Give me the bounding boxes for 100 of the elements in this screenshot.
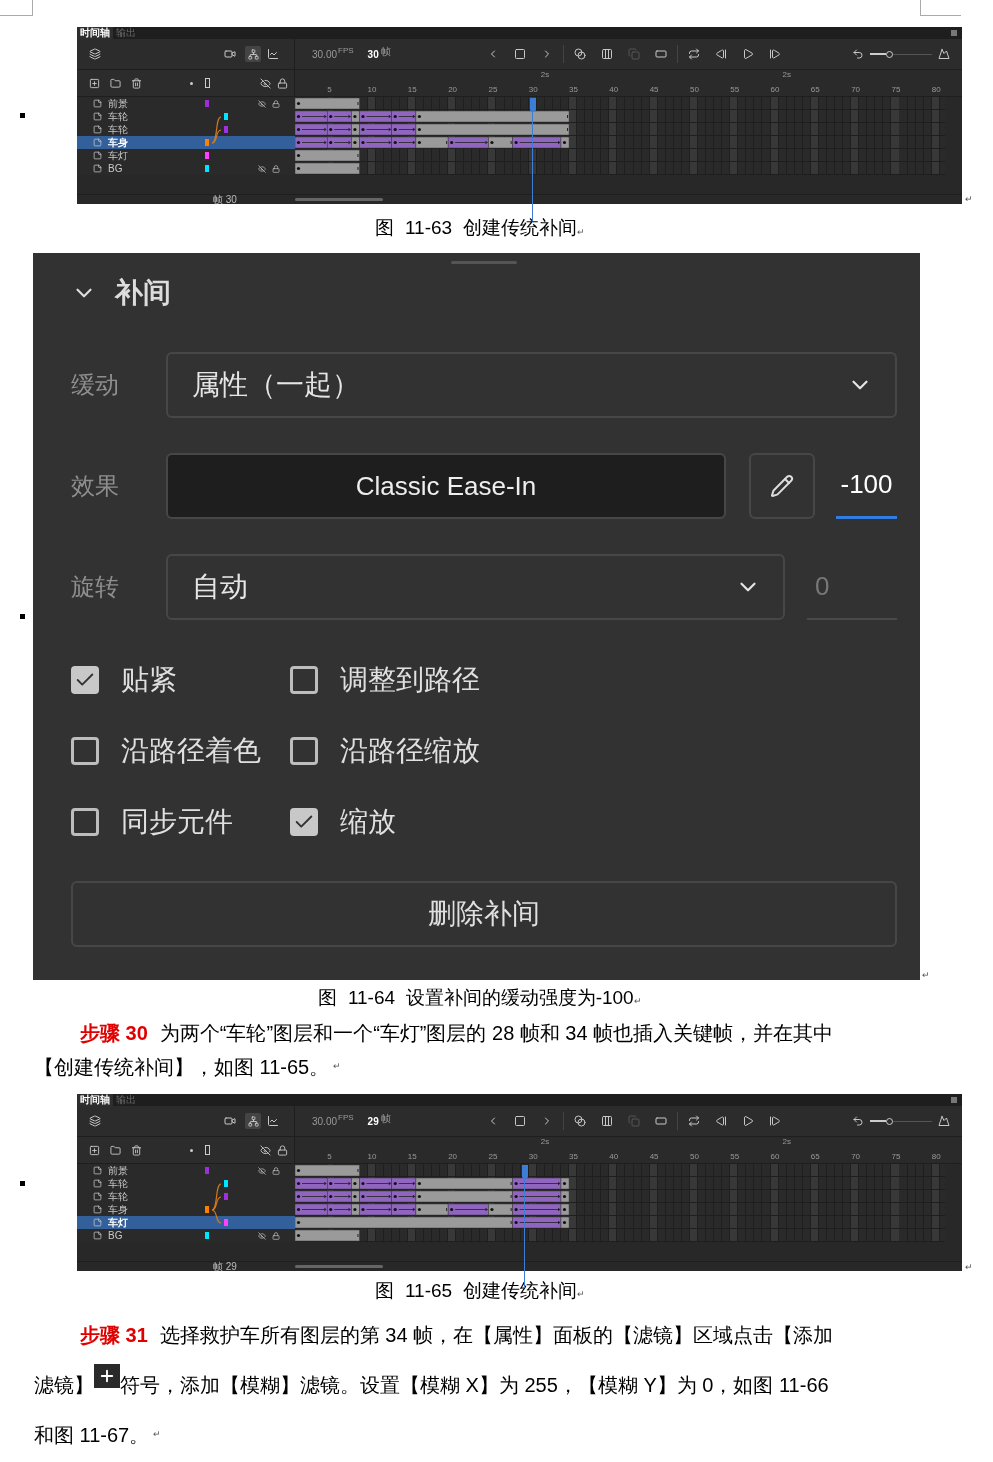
layer-color-swatch[interactable] bbox=[205, 152, 209, 159]
section-header[interactable]: 补间 bbox=[71, 273, 897, 313]
lock-icon[interactable] bbox=[272, 164, 280, 173]
layer-color-swatch[interactable] bbox=[224, 1219, 228, 1226]
current-frame[interactable]: 29 bbox=[367, 1113, 379, 1129]
tween-span[interactable] bbox=[447, 136, 489, 149]
camera-icon[interactable] bbox=[224, 1115, 236, 1127]
static-span[interactable] bbox=[351, 1177, 360, 1190]
tween-span[interactable] bbox=[295, 123, 328, 136]
layer-icon[interactable] bbox=[93, 151, 102, 160]
step-forward-icon[interactable] bbox=[768, 48, 781, 60]
static-span[interactable] bbox=[415, 123, 570, 136]
tween-span[interactable] bbox=[359, 1190, 392, 1203]
current-frame[interactable]: 30 bbox=[367, 46, 379, 62]
graph-icon[interactable] bbox=[267, 1115, 279, 1127]
layer-icon[interactable] bbox=[93, 99, 102, 108]
layer-color-swatch[interactable] bbox=[205, 1206, 209, 1213]
layer-color-swatch[interactable] bbox=[205, 1232, 209, 1239]
visibility-icon[interactable] bbox=[260, 1144, 271, 1156]
lock-icon[interactable] bbox=[272, 1231, 280, 1240]
static-span[interactable] bbox=[295, 162, 360, 175]
layer-name[interactable]: BG bbox=[108, 162, 123, 175]
play-icon[interactable] bbox=[741, 1115, 754, 1127]
loop-icon[interactable] bbox=[687, 1115, 700, 1127]
tween-span[interactable] bbox=[327, 1177, 352, 1190]
parenting-button[interactable] bbox=[245, 46, 261, 62]
folder-icon[interactable] bbox=[110, 1144, 121, 1156]
static-span[interactable] bbox=[560, 1203, 570, 1216]
static-span[interactable] bbox=[295, 1229, 360, 1242]
static-span[interactable] bbox=[415, 1203, 449, 1216]
lock-icon[interactable] bbox=[277, 77, 288, 89]
visibility-icon[interactable] bbox=[260, 77, 271, 89]
static-span[interactable] bbox=[560, 1216, 570, 1229]
hidden-icon[interactable] bbox=[258, 164, 266, 173]
zoom-slider[interactable] bbox=[870, 50, 932, 58]
option-checkbox[interactable]: 沿路径着色 bbox=[71, 731, 290, 771]
tween-span[interactable] bbox=[327, 1203, 352, 1216]
static-span[interactable] bbox=[560, 136, 570, 149]
delete-icon[interactable] bbox=[131, 77, 142, 89]
static-span[interactable] bbox=[351, 136, 360, 149]
scrollbar-icon[interactable] bbox=[295, 198, 383, 201]
layer-color-swatch[interactable] bbox=[224, 1193, 228, 1200]
layer-icon[interactable] bbox=[93, 138, 102, 147]
delete-tween-button[interactable]: 删除补间 bbox=[71, 881, 897, 947]
ease-dropdown[interactable]: 属性（一起） bbox=[166, 352, 897, 418]
tween-span[interactable] bbox=[391, 110, 417, 123]
layer-icon[interactable] bbox=[93, 1192, 102, 1201]
layer-icon[interactable] bbox=[93, 125, 102, 134]
layer-name[interactable]: 车身 bbox=[108, 136, 128, 149]
static-span[interactable] bbox=[488, 136, 513, 149]
static-span[interactable] bbox=[295, 97, 360, 110]
layer-icon[interactable] bbox=[93, 164, 102, 173]
layer-color-swatch[interactable] bbox=[205, 1167, 209, 1174]
tween-span[interactable] bbox=[359, 1177, 392, 1190]
edit-multiple-frames-icon[interactable] bbox=[600, 48, 613, 60]
layer-icon[interactable] bbox=[93, 1218, 102, 1227]
option-checkbox[interactable]: 同步元件 bbox=[71, 802, 290, 842]
strength-field[interactable]: -100 bbox=[836, 453, 897, 519]
frame-grid[interactable] bbox=[295, 1164, 945, 1242]
layer-row[interactable]: 车身 bbox=[77, 136, 295, 149]
static-span[interactable] bbox=[488, 1203, 513, 1216]
tween-span[interactable] bbox=[391, 136, 417, 149]
layer-icon[interactable] bbox=[93, 112, 102, 121]
reset-icon[interactable] bbox=[852, 48, 864, 60]
layer-color-swatch[interactable] bbox=[205, 100, 209, 107]
step-back-icon[interactable] bbox=[714, 48, 727, 60]
onion-skin-icon[interactable] bbox=[573, 1115, 586, 1127]
delete-icon[interactable] bbox=[131, 1144, 142, 1156]
tween-span[interactable] bbox=[512, 1190, 562, 1203]
layer-name[interactable]: 车灯 bbox=[108, 149, 128, 162]
hidden-icon[interactable] bbox=[258, 1166, 266, 1175]
layer-icon[interactable] bbox=[93, 1205, 102, 1214]
new-layer-icon[interactable] bbox=[89, 1144, 100, 1156]
static-span[interactable] bbox=[415, 136, 449, 149]
onion-skin-icon[interactable] bbox=[573, 48, 586, 60]
tween-span[interactable] bbox=[512, 1203, 562, 1216]
step-forward-icon[interactable] bbox=[768, 1115, 781, 1127]
tween-span[interactable] bbox=[327, 136, 352, 149]
panel-tab[interactable]: 时间轴 bbox=[77, 1094, 113, 1106]
ease-preset-button[interactable]: Classic Ease-In bbox=[166, 453, 726, 519]
layer-row[interactable]: 车灯 bbox=[77, 1216, 295, 1229]
static-span[interactable] bbox=[415, 1190, 513, 1203]
keyframe-icon[interactable] bbox=[513, 1115, 526, 1127]
tween-span[interactable] bbox=[391, 123, 417, 136]
static-span[interactable] bbox=[415, 110, 570, 123]
option-checkbox[interactable]: 贴紧 bbox=[71, 660, 290, 700]
tween-span[interactable] bbox=[295, 1177, 328, 1190]
reset-icon[interactable] bbox=[852, 1115, 864, 1127]
tween-span[interactable] bbox=[391, 1190, 417, 1203]
layer-color-swatch[interactable] bbox=[224, 126, 228, 133]
mountain-icon[interactable] bbox=[938, 1115, 950, 1127]
static-span[interactable] bbox=[560, 1177, 570, 1190]
static-span[interactable] bbox=[351, 1203, 360, 1216]
layer-color-swatch[interactable] bbox=[224, 1180, 228, 1187]
lock-icon[interactable] bbox=[272, 1166, 280, 1175]
layers-icon[interactable] bbox=[89, 1115, 101, 1127]
fps-value[interactable]: 30.00 bbox=[312, 46, 338, 62]
layer-icon[interactable] bbox=[93, 1179, 102, 1188]
layer-name[interactable]: 车灯 bbox=[108, 1216, 128, 1229]
tween-span[interactable] bbox=[327, 110, 352, 123]
